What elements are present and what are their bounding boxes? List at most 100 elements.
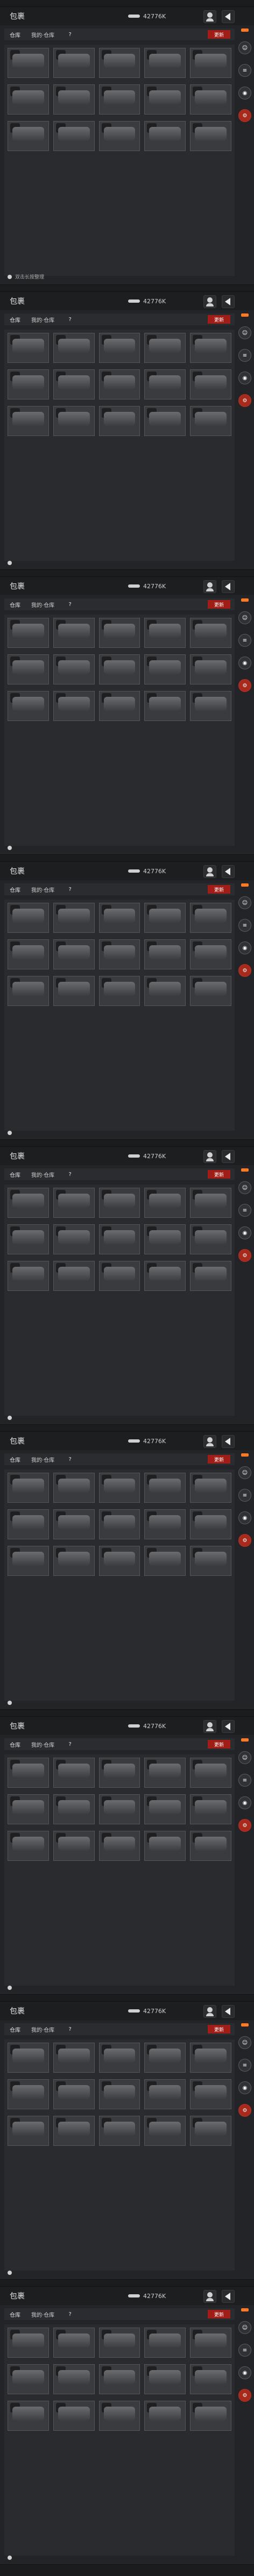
item-slot[interactable] (144, 333, 186, 363)
item-slot[interactable] (144, 1758, 186, 1788)
item-slot[interactable] (98, 1758, 140, 1788)
item-slot[interactable] (98, 369, 140, 399)
item-slot[interactable] (98, 691, 140, 721)
item-slot[interactable] (144, 654, 186, 684)
item-slot[interactable] (8, 48, 49, 78)
item-slot[interactable] (53, 691, 95, 721)
item-slot[interactable] (8, 1794, 49, 1824)
sidebar-button-camera[interactable]: ◉ (238, 1226, 251, 1239)
sidebar-button-filter[interactable]: ≡ (238, 349, 251, 362)
tab-my-warehouse[interactable]: 我的·仓库 (26, 2025, 60, 2033)
item-slot[interactable] (98, 2328, 140, 2358)
item-slot[interactable] (190, 2116, 231, 2146)
sidebar-button-settings[interactable]: ⚙ (238, 394, 251, 407)
item-slot[interactable] (190, 406, 231, 436)
item-slot[interactable] (98, 48, 140, 78)
item-slot[interactable] (8, 1261, 49, 1291)
sidebar-button-camera[interactable]: ◉ (238, 657, 251, 669)
item-slot[interactable] (8, 333, 49, 363)
item-slot[interactable] (98, 1473, 140, 1503)
item-slot[interactable] (53, 654, 95, 684)
item-slot[interactable] (8, 2079, 49, 2109)
tab-help[interactable]: ? (60, 317, 80, 323)
item-slot[interactable] (144, 48, 186, 78)
item-slot[interactable] (98, 121, 140, 151)
item-slot[interactable] (53, 2116, 95, 2146)
tab-warehouse[interactable]: 仓库 (4, 2025, 26, 2033)
profile-button[interactable] (203, 1720, 216, 1733)
sidebar-button-filter[interactable]: ≡ (238, 1489, 251, 1502)
item-slot[interactable] (144, 1794, 186, 1824)
tab-warehouse[interactable]: 仓库 (4, 316, 26, 324)
item-slot[interactable] (144, 2043, 186, 2073)
item-slot[interactable] (144, 2364, 186, 2394)
item-slot[interactable] (98, 406, 140, 436)
item-slot[interactable] (98, 2116, 140, 2146)
back-button[interactable] (222, 865, 235, 878)
sidebar-button-camera[interactable]: ◉ (238, 372, 251, 384)
tab-red[interactable]: 更新 (208, 315, 230, 324)
profile-button[interactable] (203, 865, 216, 878)
tab-my-warehouse[interactable]: 我的·仓库 (26, 1171, 60, 1179)
sidebar-button-profile[interactable]: ☺ (238, 1751, 251, 1764)
item-slot[interactable] (98, 1831, 140, 1861)
item-slot[interactable] (8, 1188, 49, 1218)
tab-red[interactable]: 更新 (208, 1170, 230, 1179)
item-slot[interactable] (8, 2043, 49, 2073)
item-slot[interactable] (53, 406, 95, 436)
item-slot[interactable] (190, 48, 231, 78)
item-slot[interactable] (98, 976, 140, 1006)
tab-help[interactable]: ? (60, 2026, 80, 2032)
item-slot[interactable] (98, 1546, 140, 1576)
item-slot[interactable] (190, 1546, 231, 1576)
item-slot[interactable] (8, 1758, 49, 1788)
item-slot[interactable] (98, 2401, 140, 2431)
tab-my-warehouse[interactable]: 我的·仓库 (26, 886, 60, 894)
tab-warehouse[interactable]: 仓库 (4, 1455, 26, 1464)
sidebar-button-settings[interactable]: ⚙ (238, 1249, 251, 1262)
item-slot[interactable] (190, 2364, 231, 2394)
sidebar-button-profile[interactable]: ☺ (238, 41, 251, 54)
tab-warehouse[interactable]: 仓库 (4, 2310, 26, 2318)
sidebar-button-settings[interactable]: ⚙ (238, 964, 251, 977)
sidebar-button-filter[interactable]: ≡ (238, 2344, 251, 2357)
item-slot[interactable] (53, 903, 95, 933)
item-slot[interactable] (98, 939, 140, 969)
tab-help[interactable]: ? (60, 1742, 80, 1747)
back-button[interactable] (222, 580, 235, 593)
item-slot[interactable] (144, 2116, 186, 2146)
item-slot[interactable] (144, 2401, 186, 2431)
item-slot[interactable] (8, 2116, 49, 2146)
profile-button[interactable] (203, 2005, 216, 2018)
profile-button[interactable] (203, 295, 216, 308)
sidebar-button-profile[interactable]: ☺ (238, 611, 251, 624)
tab-my-warehouse[interactable]: 我的·仓库 (26, 31, 60, 39)
sidebar-button-settings[interactable]: ⚙ (238, 2104, 251, 2117)
sidebar-button-filter[interactable]: ≡ (238, 1774, 251, 1787)
item-slot[interactable] (53, 333, 95, 363)
sidebar-button-filter[interactable]: ≡ (238, 634, 251, 647)
item-slot[interactable] (53, 369, 95, 399)
tab-red[interactable]: 更新 (208, 1455, 230, 1464)
item-slot[interactable] (8, 2328, 49, 2358)
item-slot[interactable] (190, 903, 231, 933)
item-slot[interactable] (53, 1758, 95, 1788)
item-slot[interactable] (8, 939, 49, 969)
item-slot[interactable] (98, 1509, 140, 1539)
profile-button[interactable] (203, 2290, 216, 2303)
item-slot[interactable] (144, 406, 186, 436)
item-slot[interactable] (190, 2043, 231, 2073)
item-slot[interactable] (190, 1261, 231, 1291)
tab-my-warehouse[interactable]: 我的·仓库 (26, 601, 60, 609)
sidebar-button-camera[interactable]: ◉ (238, 87, 251, 99)
sidebar-button-profile[interactable]: ☺ (238, 1466, 251, 1479)
tab-my-warehouse[interactable]: 我的·仓库 (26, 316, 60, 324)
back-button[interactable] (222, 2290, 235, 2303)
tab-warehouse[interactable]: 仓库 (4, 1171, 26, 1179)
item-slot[interactable] (144, 121, 186, 151)
item-slot[interactable] (98, 2043, 140, 2073)
item-slot[interactable] (8, 1546, 49, 1576)
item-slot[interactable] (144, 84, 186, 115)
item-slot[interactable] (144, 691, 186, 721)
item-slot[interactable] (98, 2364, 140, 2394)
